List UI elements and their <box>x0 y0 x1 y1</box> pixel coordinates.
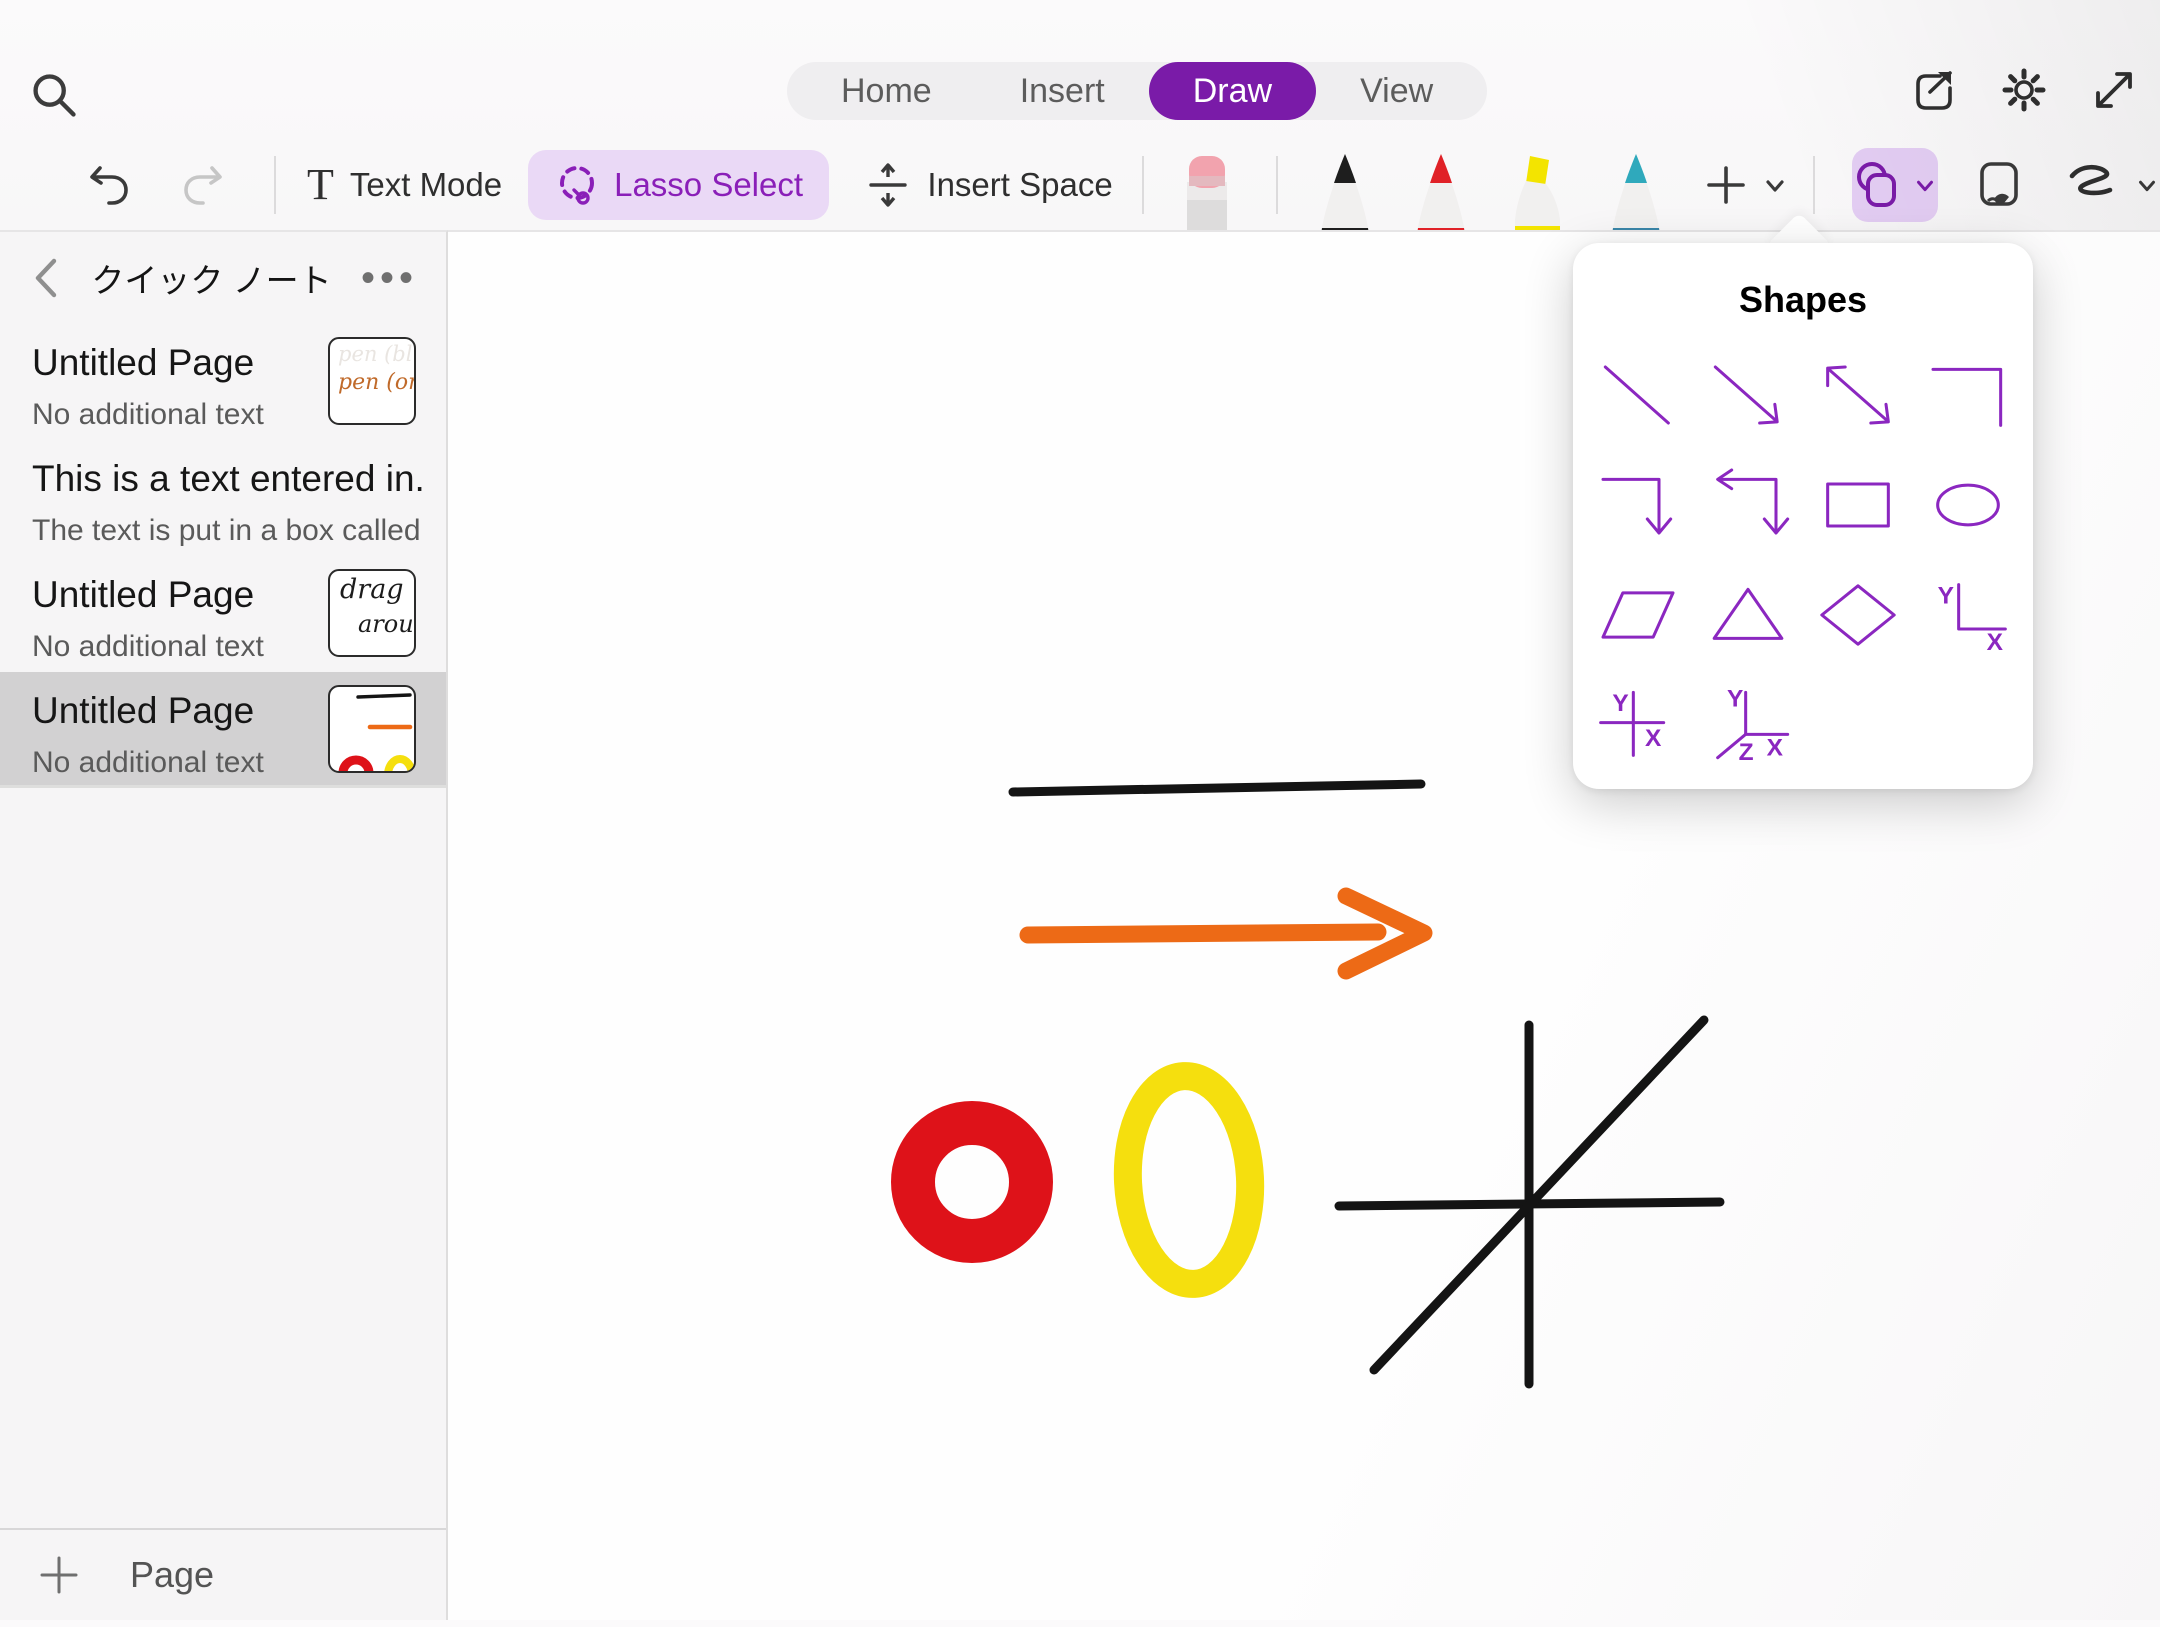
ink-stroke-orange-arrow[interactable] <box>1028 896 1424 971</box>
add-pen-button[interactable] <box>1703 162 1789 208</box>
page-list-item[interactable]: Untitled Page No additional text drag ar… <box>0 556 446 672</box>
insert-space-label: Insert Space <box>927 166 1112 204</box>
share-icon[interactable] <box>1910 66 1958 114</box>
shape-parallelogram[interactable] <box>1586 563 1690 667</box>
tab-insert[interactable]: Insert <box>976 62 1149 120</box>
shape-elbow-arrow-down[interactable] <box>1586 453 1690 557</box>
page-thumbnail: pen (bl pen (ora <box>328 337 416 425</box>
shape-elbow-arrow-left-down[interactable] <box>1696 453 1800 557</box>
tab-draw[interactable]: Draw <box>1149 62 1316 120</box>
chevron-down-icon <box>1912 172 1938 198</box>
eraser-tool[interactable] <box>1175 152 1239 242</box>
ink-stroke-red-circle[interactable] <box>913 1123 1031 1241</box>
shape-rectangle[interactable] <box>1806 453 1910 557</box>
page-list-item[interactable]: Untitled Page No additional text pen (bl… <box>0 324 446 440</box>
plus-icon <box>36 1552 82 1598</box>
shapes-grid: Y X Y X Y X Z <box>1573 343 2033 777</box>
notebook-header: クイック ノート ••• <box>0 232 446 324</box>
shape-arrow[interactable] <box>1696 343 1800 447</box>
app-header: Home Insert Draw View <box>0 0 2160 230</box>
page-subtitle: The text is put in a box called... <box>32 514 422 548</box>
shape-ellipse[interactable] <box>1916 453 2020 557</box>
svg-text:X: X <box>1987 629 2004 653</box>
lasso-select-button[interactable]: Lasso Select <box>528 150 829 220</box>
page-thumbnail: drag arou <box>328 569 416 657</box>
back-chevron-icon[interactable] <box>28 255 62 301</box>
shapes-button[interactable] <box>1852 148 1938 222</box>
expand-icon[interactable] <box>2090 66 2138 114</box>
toolbar-divider <box>1142 156 1144 214</box>
tab-home[interactable]: Home <box>797 62 976 120</box>
shape-axes-xy-cross[interactable]: Y X <box>1586 673 1690 777</box>
more-options-icon[interactable]: ••• <box>361 268 418 288</box>
chevron-down-icon <box>2134 172 2160 198</box>
red-pen-tool[interactable] <box>1408 150 1474 242</box>
ribbon-tab-group: Home Insert Draw View <box>787 62 1487 120</box>
insert-space-icon <box>865 162 911 208</box>
redo-icon <box>179 162 225 208</box>
ink-stroke-yellow-oval[interactable] <box>1123 1073 1256 1287</box>
svg-text:Y: Y <box>1938 582 1954 609</box>
shape-line[interactable] <box>1586 343 1690 447</box>
shapes-popup: Shapes <box>1573 243 2033 789</box>
shape-triangle[interactable] <box>1696 563 1800 667</box>
page-list-item[interactable]: This is a text entered in... The text is… <box>0 440 446 556</box>
text-mode-label: Text Mode <box>350 166 502 204</box>
text-mode-button[interactable]: T Text Mode <box>307 163 502 207</box>
ink-effects-button[interactable] <box>2066 162 2160 208</box>
shape-axes-xy[interactable]: Y X <box>1916 563 2020 667</box>
lasso-icon <box>554 162 600 208</box>
ink-stroke-black-line[interactable] <box>1013 784 1421 792</box>
page-thumbnail <box>328 685 416 773</box>
title-bar: Home Insert Draw View <box>0 0 2160 140</box>
shape-diamond[interactable] <box>1806 563 1910 667</box>
svg-text:Y: Y <box>1612 690 1628 717</box>
section-title[interactable]: クイック ノート <box>62 254 361 302</box>
svg-text:Z: Z <box>1739 739 1754 763</box>
svg-text:X: X <box>1645 725 1662 752</box>
teal-pen-tool[interactable] <box>1603 150 1669 242</box>
toolbar-divider <box>1276 156 1278 214</box>
scribble-icon <box>2066 162 2122 208</box>
toolbar-divider <box>1813 156 1815 214</box>
ink-stroke-axes[interactable] <box>1339 1020 1720 1384</box>
shape-axes-xyz[interactable]: Y X Z <box>1696 673 1800 777</box>
text-mode-icon: T <box>307 163 334 207</box>
black-pen-tool[interactable] <box>1312 150 1378 242</box>
page-title: This is a text entered in... <box>32 458 422 500</box>
shape-double-arrow[interactable] <box>1806 343 1910 447</box>
insert-space-button[interactable]: Insert Space <box>865 162 1112 208</box>
chevron-down-icon <box>1761 171 1789 199</box>
yellow-highlighter-tool[interactable] <box>1503 150 1573 242</box>
tab-view[interactable]: View <box>1316 62 1477 120</box>
draw-toolbar: T Text Mode Lasso Select Insert Space <box>0 140 2160 230</box>
add-page-button[interactable]: Page <box>0 1528 446 1620</box>
page-list-item-selected[interactable]: Untitled Page No additional text <box>0 672 446 788</box>
toolbar-divider <box>274 156 276 214</box>
shapes-popup-title: Shapes <box>1573 243 2033 321</box>
add-page-label: Page <box>130 1554 214 1596</box>
undo-icon[interactable] <box>87 162 133 208</box>
ink-note-icon[interactable] <box>1974 159 2026 211</box>
plus-icon <box>1703 162 1749 208</box>
lasso-label: Lasso Select <box>614 166 803 204</box>
svg-text:Y: Y <box>1727 687 1743 712</box>
shapes-icon <box>1852 159 1904 211</box>
search-icon[interactable] <box>28 70 80 122</box>
svg-text:X: X <box>1767 734 1784 761</box>
gear-icon[interactable] <box>2000 66 2048 114</box>
shape-elbow-connector[interactable] <box>1916 343 2020 447</box>
page-list-sidebar: クイック ノート ••• Untitled Page No additional… <box>0 230 448 1620</box>
